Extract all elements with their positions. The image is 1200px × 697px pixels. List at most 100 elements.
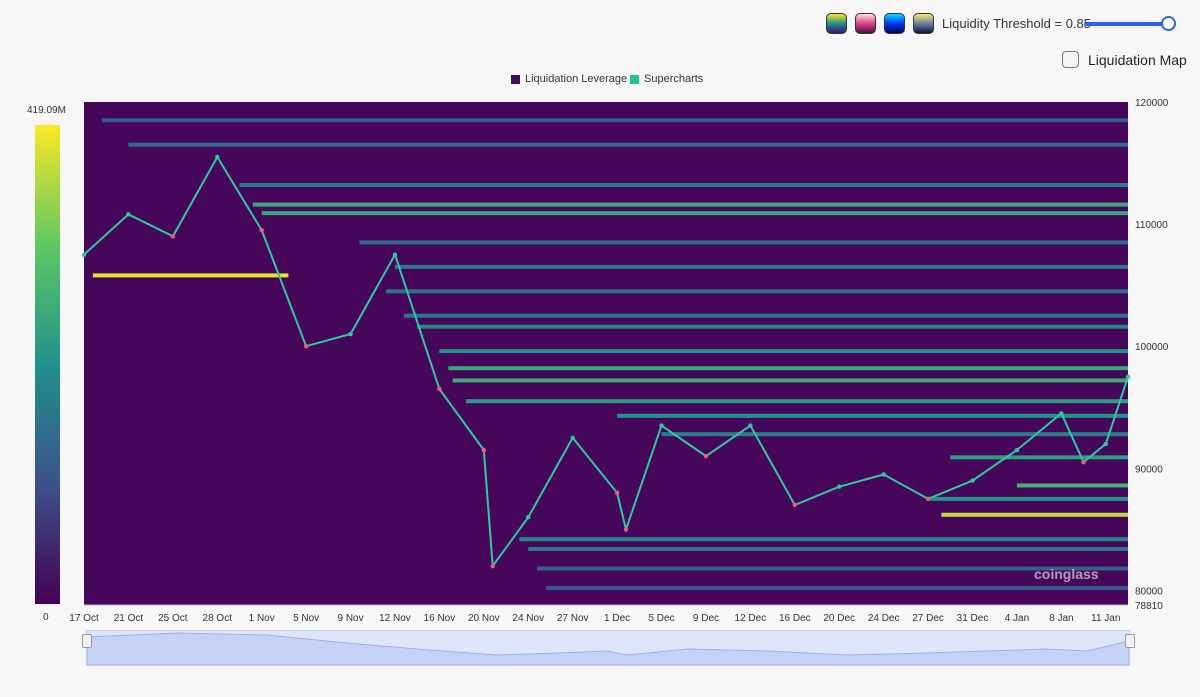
range-navigator[interactable] <box>86 630 1130 666</box>
colorbar-max-label: 419.09M <box>27 105 66 116</box>
price-point <box>81 252 87 257</box>
liquidity-threshold-slider-thumb[interactable] <box>1161 16 1176 31</box>
price-point <box>614 490 620 495</box>
coinglass-watermark: coinglass <box>1034 566 1099 582</box>
x-tick-label: 1 Nov <box>249 613 275 624</box>
liquidity-band-13 <box>452 378 1128 383</box>
liquidity-band-17 <box>950 455 1128 460</box>
x-tick-label: 20 Nov <box>468 613 500 624</box>
liquidity-band-16 <box>661 432 1128 437</box>
price-point <box>215 154 220 160</box>
navigator-right-handle[interactable] <box>1125 634 1135 648</box>
x-tick-label: 25 Oct <box>158 613 188 624</box>
colorbar-min-label: 0 <box>43 612 49 623</box>
y-tick-label: 120000 <box>1135 98 1169 109</box>
liquidity-band-4 <box>261 211 1128 216</box>
x-tick-label: 20 Dec <box>823 613 855 624</box>
price-point <box>437 386 442 392</box>
price-point <box>1103 441 1108 447</box>
price-point <box>490 563 495 569</box>
price-point <box>970 478 975 483</box>
price-point <box>925 496 931 502</box>
blue-palette-icon[interactable] <box>884 13 905 34</box>
liquidity-band-2 <box>239 183 1128 188</box>
colorbar <box>35 125 60 604</box>
price-point <box>348 331 353 337</box>
x-tick-label: 31 Dec <box>957 613 989 624</box>
liquidity-band-20 <box>941 512 1128 517</box>
liquidity-band-1 <box>128 142 1128 147</box>
x-tick-label: 17 Oct <box>69 613 99 624</box>
legend-label-supercharts: Supercharts <box>644 73 704 85</box>
liquidity-threshold-label: Liquidity Threshold = 0.85 <box>942 16 1091 31</box>
pink-palette-icon[interactable] <box>855 13 876 34</box>
price-point <box>623 527 629 532</box>
liquidity-band-14 <box>466 399 1128 404</box>
price-point <box>1059 411 1064 416</box>
price-point <box>303 344 309 349</box>
liquidity-band-8 <box>386 289 1128 294</box>
liquidity-band-22 <box>528 546 1128 551</box>
x-tick-label: 27 Dec <box>912 613 944 624</box>
gold-palette-icon[interactable] <box>913 13 934 34</box>
x-tick-label: 5 Dec <box>648 613 674 624</box>
liquidation-map-label[interactable]: Liquidation Map <box>1088 52 1187 68</box>
legend-label-liquidation-leverage: Liquidation Leverage <box>525 73 628 85</box>
x-tick-label: 1 Dec <box>604 613 630 624</box>
x-tick-label: 16 Nov <box>424 613 456 624</box>
navigator-area <box>86 632 1130 666</box>
liquidity-band-9 <box>403 313 1128 318</box>
x-tick-label: 12 Dec <box>735 613 767 624</box>
y-tick-label: 78810 <box>1135 601 1163 612</box>
x-tick-label: 28 Oct <box>203 613 233 624</box>
liquidity-band-5 <box>359 240 1128 245</box>
legend-swatch-supercharts <box>630 74 639 84</box>
price-point <box>126 212 131 217</box>
legend-swatch-liquidation-leverage <box>511 74 520 84</box>
x-tick-label: 9 Dec <box>693 613 719 624</box>
price-point <box>392 252 398 257</box>
x-tick-label: 24 Dec <box>868 613 900 624</box>
price-point <box>703 453 709 459</box>
viridis-palette-icon[interactable] <box>826 13 847 34</box>
x-tick-label: 21 Oct <box>114 613 144 624</box>
x-tick-label: 11 Jan <box>1091 613 1120 624</box>
liquidity-band-18 <box>1016 483 1128 488</box>
price-point <box>1014 447 1020 453</box>
price-point <box>170 234 176 239</box>
price-point <box>792 502 798 508</box>
liquidity-band-19 <box>928 496 1128 501</box>
price-point <box>526 514 531 520</box>
navigator-left-handle[interactable] <box>82 634 92 648</box>
x-tick-label: 24 Nov <box>512 613 544 624</box>
liquidation-map-checkbox[interactable] <box>1062 51 1079 68</box>
x-tick-label: 16 Dec <box>779 613 811 624</box>
price-point <box>481 447 487 453</box>
price-point <box>1081 460 1086 465</box>
x-tick-label: 12 Nov <box>379 613 411 624</box>
price-point <box>659 423 664 428</box>
price-point <box>748 423 753 428</box>
liquidity-band-0 <box>101 118 1128 123</box>
y-tick-label: 110000 <box>1135 220 1168 231</box>
liquidity-band-15 <box>617 413 1128 418</box>
x-tick-label: 9 Nov <box>337 613 363 624</box>
price-point <box>1125 374 1131 379</box>
liquidity-band-12 <box>448 366 1128 371</box>
price-point <box>259 228 264 233</box>
liquidity-band-11 <box>439 349 1128 354</box>
price-point <box>570 435 575 441</box>
legend-item-liquidation-leverage[interactable]: Liquidation Leverage <box>511 73 627 85</box>
legend-item-supercharts[interactable]: Supercharts <box>630 73 703 85</box>
x-tick-label: 27 Nov <box>557 613 589 624</box>
y-tick-label: 90000 <box>1135 464 1163 475</box>
liquidity-band-24 <box>546 586 1128 591</box>
liquidity-band-21 <box>519 537 1128 542</box>
x-tick-label: 5 Nov <box>293 613 319 624</box>
price-point <box>881 472 886 477</box>
y-tick-label: 100000 <box>1135 342 1169 353</box>
price-point <box>837 484 842 489</box>
heatmap-background <box>84 102 1128 605</box>
x-tick-label: 4 Jan <box>1005 613 1029 624</box>
liquidity-band-6 <box>394 264 1128 269</box>
